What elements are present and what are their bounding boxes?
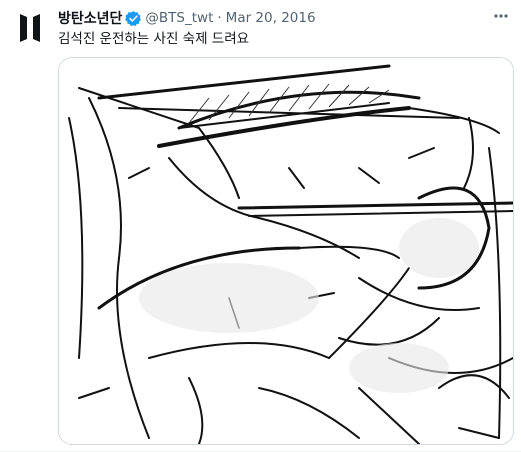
user-handle[interactable]: @BTS_twt — [145, 10, 213, 26]
tweet-header: 방탄소년단 @BTS_twt · Mar 20, 2016 — [58, 8, 481, 28]
avatar[interactable] — [10, 12, 50, 52]
tweet-photo[interactable] — [58, 57, 514, 445]
tweet-text: 김석진 운전하는 사진 숙제 드려요 — [58, 31, 250, 47]
sketch-photo-image — [59, 58, 513, 444]
tweet-card[interactable]: 방탄소년단 @BTS_twt · Mar 20, 2016 김석진 운전하는 사… — [0, 0, 521, 452]
more-options-button[interactable] — [491, 6, 511, 26]
more-options-icon — [494, 14, 508, 18]
header-separator: · — [217, 10, 222, 26]
verified-badge-icon — [125, 10, 142, 27]
tweet-timestamp[interactable]: Mar 20, 2016 — [226, 10, 316, 26]
bts-logo-icon — [20, 14, 40, 42]
display-name[interactable]: 방탄소년단 — [58, 8, 122, 28]
